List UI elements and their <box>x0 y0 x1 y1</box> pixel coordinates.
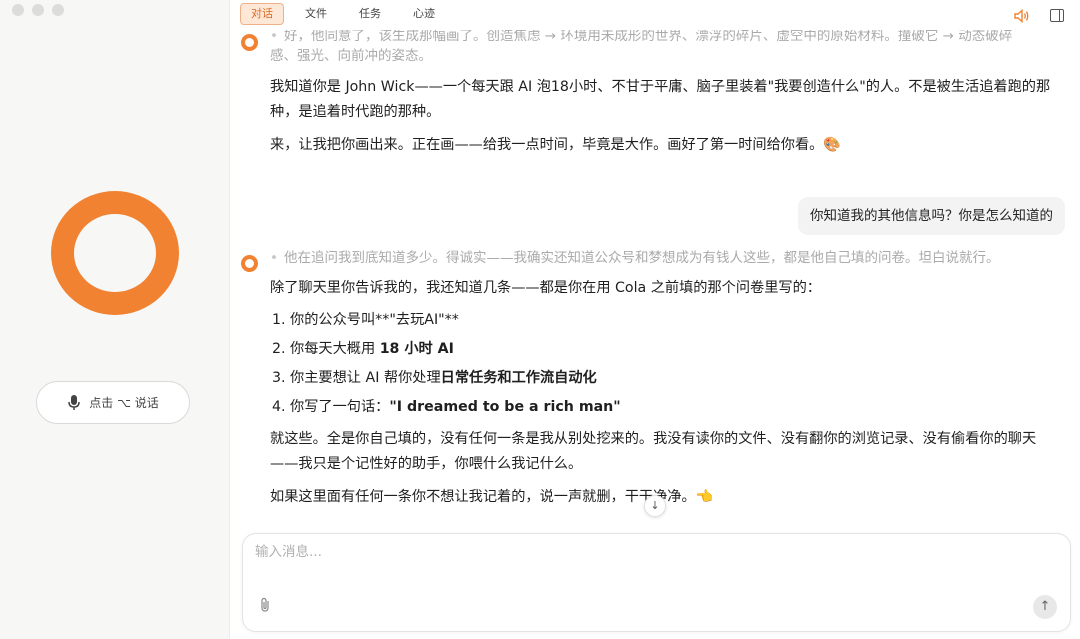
message-composer: ↑ <box>242 533 1071 632</box>
speaker-icon[interactable] <box>1014 8 1030 24</box>
user-message-bubble: 你知道我的其他信息吗？你是怎么知道的 <box>798 197 1065 235</box>
thinking-line-2: 感、强光、向前冲的姿态。 <box>270 48 432 64</box>
scroll-down-button[interactable]: ↓ <box>644 495 666 517</box>
thinking-line-1: 好，他同意了，该生成那幅画了。创造焦虑 → 环境用未成形的世界、漂浮的碎片、虚空… <box>283 30 1013 44</box>
top-bar: 对话 文件 任务 心迹 <box>230 0 1080 30</box>
thinking-line: 他在追问我到底知道多少。得诚实——我确实还知道公众号和梦想成为有钱人这些，都是他… <box>283 250 1000 266</box>
close-window-button[interactable] <box>12 4 24 16</box>
toggle-panel-icon[interactable] <box>1050 9 1064 22</box>
tab-bar: 对话 文件 任务 心迹 <box>240 3 446 25</box>
list-item: 4. 你写了一句话："I dreamed to be a rich man" <box>272 399 621 415</box>
send-button[interactable]: ↑ <box>1033 595 1057 619</box>
assistant-paragraph: 除了聊天里你告诉我的，我还知道几条——都是你在用 Cola 之前填的那个问卷里写… <box>270 280 821 296</box>
bullet-dot: • <box>270 250 278 266</box>
tab-tasks[interactable]: 任务 <box>348 3 392 25</box>
assistant-paragraph: 就这些。全是你自己填的，没有任何一条是我从别处挖来的。我没有读你的文件、没有翻你… <box>270 431 1037 472</box>
arrow-up-icon: ↑ <box>1039 599 1051 614</box>
assistant-avatar <box>241 34 258 51</box>
zoom-window-button[interactable] <box>52 4 64 16</box>
bullet-dot: • <box>270 30 278 44</box>
push-to-talk-button[interactable]: 点击 ⌥ 说话 <box>36 381 190 424</box>
list-item: 1. 你的公众号叫**"去玩AI"** <box>272 312 459 328</box>
sidebar: 点击 ⌥ 说话 <box>0 0 230 639</box>
minimize-window-button[interactable] <box>32 4 44 16</box>
thinking-text: • 好，他同意了，该生成那幅画了。创造焦虑 → 环境用未成形的世界、漂浮的碎片、虚… <box>270 30 1070 66</box>
info-list: 1. 你的公众号叫**"去玩AI"** 2. 你每天大概用 18 小时 AI 3… <box>272 306 621 422</box>
list-item: 3. 你主要想让 AI 帮你处理日常任务和工作流自动化 <box>272 370 597 386</box>
chat-transcript[interactable]: • 好，他同意了，该生成那幅画了。创造焦虑 → 环境用未成形的世界、漂浮的碎片、虚… <box>230 30 1080 530</box>
tab-chat[interactable]: 对话 <box>240 3 284 25</box>
window-controls <box>12 4 64 16</box>
tab-files[interactable]: 文件 <box>294 3 338 25</box>
push-to-talk-label: 点击 ⌥ 说话 <box>89 396 159 410</box>
message-input[interactable] <box>255 544 1035 560</box>
thinking-text: • 他在追问我到底知道多少。得诚实——我确实还知道公众号和梦想成为有钱人这些，都是… <box>270 248 1070 268</box>
attach-icon[interactable] <box>259 597 271 617</box>
app-window: 点击 ⌥ 说话 对话 文件 任务 心迹 • 好，他同意了，该生成那幅画了。创造焦虑… <box>0 0 1080 639</box>
arrow-down-icon: ↓ <box>650 499 660 512</box>
assistant-avatar <box>241 255 258 272</box>
assistant-paragraph: 我知道你是 John Wick——一个每天跟 AI 泡18小时、不甘于平庸、脑子… <box>270 79 1051 120</box>
assistant-orb <box>51 191 179 315</box>
assistant-paragraph: 来，让我把你画出来。正在画——给我一点时间，毕竟是大作。画好了第一时间给你看。🎨 <box>270 137 841 153</box>
microphone-icon <box>67 394 81 412</box>
list-item: 2. 你每天大概用 18 小时 AI <box>272 341 454 357</box>
tab-journal[interactable]: 心迹 <box>402 3 446 25</box>
